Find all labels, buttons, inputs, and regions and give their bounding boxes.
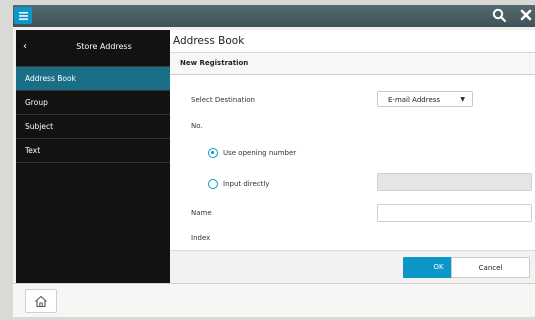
search-icon[interactable]	[492, 8, 507, 23]
caret-down-icon: ▼	[460, 96, 465, 103]
destination-value: E-mail Address	[388, 96, 441, 104]
menu-button[interactable]	[14, 7, 32, 24]
index-label: Index	[191, 234, 211, 242]
close-icon[interactable]	[519, 8, 533, 22]
radio-use-opening-number[interactable]: Use opening number	[208, 148, 296, 158]
section-title: New Registration	[170, 53, 535, 75]
bottom-bar	[13, 283, 535, 317]
radio-unchecked-icon	[208, 179, 218, 189]
sidebar-header: ‹ Store Address	[16, 30, 170, 67]
radio-use-opening-label: Use opening number	[223, 149, 297, 157]
sidebar-item-address-book[interactable]: Address Book	[16, 67, 170, 91]
radio-input-directly[interactable]: Input directly	[208, 179, 269, 189]
name-input[interactable]	[377, 204, 532, 222]
back-chevron-icon[interactable]: ‹	[23, 41, 27, 52]
sidebar-title: Store Address	[76, 42, 132, 51]
sidebar: ‹ Store Address Address Book Group Subje…	[16, 30, 170, 286]
app-window: ‹ Store Address Address Book Group Subje…	[13, 5, 535, 317]
radio-input-directly-label: Input directly	[223, 180, 270, 188]
radio-checked-icon	[208, 148, 218, 158]
main-panel: Address Book New Registration Select Des…	[170, 30, 535, 287]
name-label: Name	[191, 209, 212, 217]
sidebar-item-subject[interactable]: Subject	[16, 115, 170, 139]
number-label: No.	[191, 122, 203, 130]
sidebar-item-group[interactable]: Group	[16, 91, 170, 115]
home-button[interactable]	[25, 289, 57, 313]
number-input-disabled	[377, 173, 532, 191]
cancel-button[interactable]: Cancel	[451, 257, 530, 278]
page-title: Address Book	[170, 30, 535, 53]
top-bar	[13, 5, 535, 27]
destination-dropdown[interactable]: E-mail Address ▼	[377, 91, 473, 107]
menu-icon	[18, 11, 28, 20]
home-icon	[35, 295, 47, 307]
sidebar-item-text[interactable]: Text	[16, 139, 170, 163]
select-destination-label: Select Destination	[191, 96, 255, 104]
